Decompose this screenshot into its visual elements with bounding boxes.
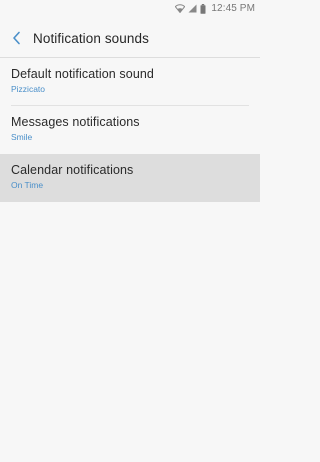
screen: 12:45 PM Notification sounds Default not… <box>0 0 260 462</box>
list-item-calendar-notifications[interactable]: Calendar notifications On Time <box>0 154 260 202</box>
item-title: Calendar notifications <box>11 163 134 177</box>
wifi-icon <box>175 4 186 13</box>
status-bar: 12:45 PM <box>0 0 260 17</box>
status-icons <box>175 3 206 14</box>
item-value: Pizzicato <box>11 84 46 94</box>
chevron-left-icon <box>12 31 21 45</box>
settings-list: Default notification sound Pizzicato Mes… <box>0 58 260 202</box>
page-title: Notification sounds <box>33 30 149 46</box>
item-title: Default notification sound <box>11 67 154 81</box>
signal-icon <box>188 4 197 13</box>
list-item-messages-notifications[interactable]: Messages notifications Smile <box>0 106 260 154</box>
battery-icon <box>200 3 206 14</box>
header: Notification sounds <box>0 17 260 59</box>
item-title: Messages notifications <box>11 115 140 129</box>
back-button[interactable] <box>0 17 32 59</box>
list-item-default-notification-sound[interactable]: Default notification sound Pizzicato <box>0 58 260 106</box>
item-value: Smile <box>11 132 33 142</box>
status-time: 12:45 PM <box>211 3 255 14</box>
item-value: On Time <box>11 180 44 190</box>
